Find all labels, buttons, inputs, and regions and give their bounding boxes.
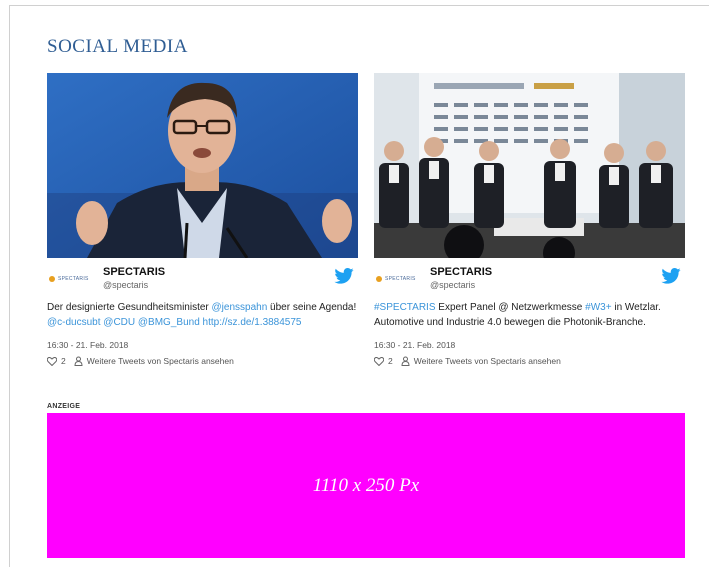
heart-icon[interactable] <box>47 356 57 366</box>
tweet-author-handle[interactable]: @spectaris <box>103 280 148 290</box>
mention-link[interactable]: @c-ducsubt <box>47 317 101 328</box>
ad-placeholder-text: 1110 x 250 Px <box>312 474 420 496</box>
ad-banner[interactable]: 1110 x 250 Px <box>47 413 685 558</box>
hashtag-link[interactable]: #W3+ <box>585 302 611 313</box>
tweet-author-handle[interactable]: @spectaris <box>430 280 475 290</box>
mention-link[interactable]: @CDU <box>101 317 135 328</box>
twitter-bird-icon[interactable] <box>334 268 354 284</box>
tweet-card[interactable]: SPECTARIS SPECTARIS @spectaris #SPECTARI… <box>374 73 685 366</box>
mention-link[interactable]: @jensspahn <box>212 302 268 313</box>
twitter-bird-icon[interactable] <box>661 268 681 284</box>
tweet-actions: 2 Weitere Tweets von Spectaris ansehen <box>374 356 685 366</box>
tweet-author-name[interactable]: SPECTARIS <box>430 266 492 278</box>
tweet-text-segment: über seine Agenda! <box>267 302 357 313</box>
spectaris-logo[interactable]: SPECTARIS <box>49 274 95 284</box>
tweet-photo-panel[interactable] <box>374 73 685 258</box>
tweet-text: #SPECTARIS Expert Panel @ Netzwerkmesse … <box>374 300 685 330</box>
tweet-timestamp[interactable]: 16:30 - 21. Feb. 2018 <box>374 340 685 350</box>
person-icon <box>74 356 83 366</box>
section-title: SOCIAL MEDIA <box>47 36 188 57</box>
like-count: 2 <box>388 356 393 366</box>
tweet-photo-speaker[interactable] <box>47 73 358 258</box>
heart-icon[interactable] <box>374 356 384 366</box>
more-tweets-link[interactable]: Weitere Tweets von Spectaris ansehen <box>87 356 234 366</box>
tweet-text-segment: Der designierte Gesundheitsminister <box>47 302 212 313</box>
like-count: 2 <box>61 356 66 366</box>
url-link[interactable]: http://sz.de/1.3884575 <box>200 317 302 328</box>
mention-link[interactable]: @BMG_Bund <box>135 317 200 328</box>
spectaris-logo[interactable]: SPECTARIS <box>376 274 422 284</box>
logo-mark-icon <box>49 276 55 282</box>
hashtag-link[interactable]: #SPECTARIS <box>374 302 436 313</box>
logo-wordmark: SPECTARIS <box>58 276 89 282</box>
tweet-text: Der designierte Gesundheitsminister @jen… <box>47 300 358 330</box>
tweet-text-segment: Expert Panel @ Netzwerkmesse <box>435 302 586 313</box>
more-tweets-link[interactable]: Weitere Tweets von Spectaris ansehen <box>414 356 561 366</box>
tweet-header: SPECTARIS SPECTARIS @spectaris <box>374 266 685 298</box>
tweet-header: SPECTARIS SPECTARIS @spectaris <box>47 266 358 298</box>
tweet-author-name[interactable]: SPECTARIS <box>103 266 165 278</box>
logo-mark-icon <box>376 276 382 282</box>
logo-wordmark: SPECTARIS <box>385 276 416 282</box>
tweet-card[interactable]: SPECTARIS SPECTARIS @spectaris Der desig… <box>47 73 358 366</box>
tweet-timestamp[interactable]: 16:30 - 21. Feb. 2018 <box>47 340 358 350</box>
person-icon <box>401 356 410 366</box>
tweet-actions: 2 Weitere Tweets von Spectaris ansehen <box>47 356 358 366</box>
ad-label: ANZEIGE <box>47 403 81 410</box>
